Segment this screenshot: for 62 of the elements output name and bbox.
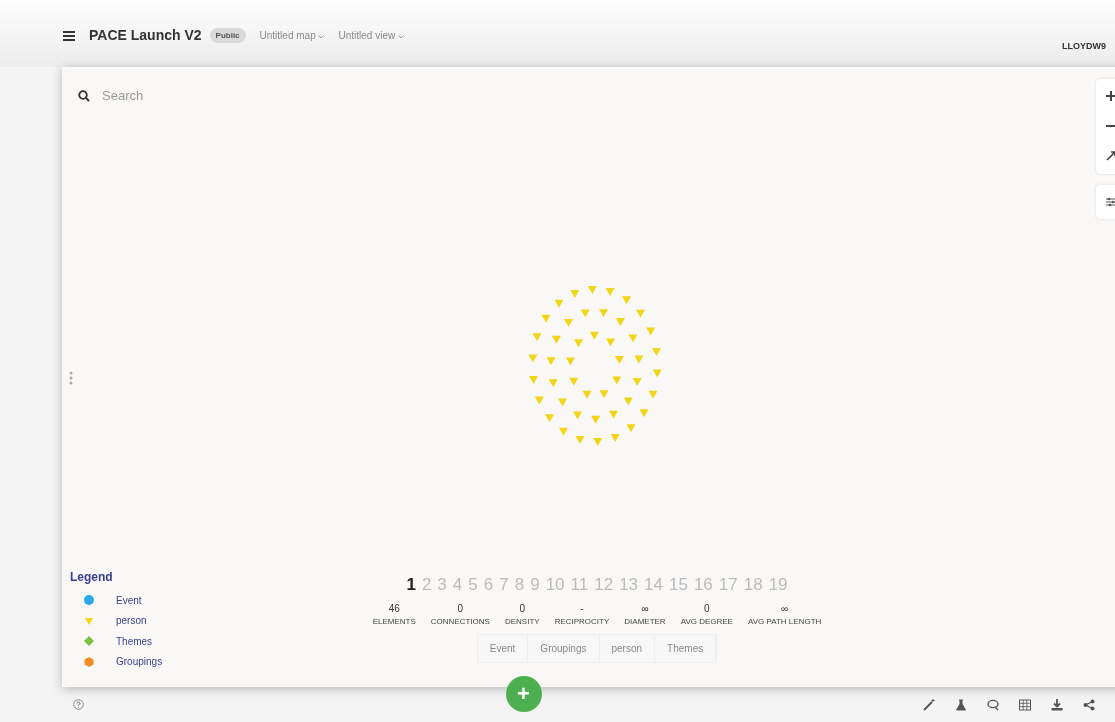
stat-value: ∞ [641, 603, 649, 614]
stat-value: ∞ [781, 603, 789, 614]
legend-label: Groupings [116, 656, 163, 668]
page-tab[interactable]: 17 [715, 575, 741, 595]
menu-icon[interactable] [63, 31, 75, 41]
page-tab[interactable]: 11 [567, 575, 592, 595]
page-tab[interactable]: 10 [542, 575, 568, 595]
filter-chip[interactable]: Event [477, 635, 529, 662]
stat-label: DIAMETER [624, 617, 666, 626]
username[interactable]: LLOYDW9 [1062, 41, 1115, 51]
page-tab[interactable]: 15 [665, 575, 691, 595]
legend-label: person [116, 615, 147, 627]
drag-handle-icon[interactable] [69, 371, 73, 385]
visibility-badge: Public [209, 28, 246, 43]
page-tab[interactable]: 8 [511, 575, 528, 595]
flask-icon[interactable] [955, 698, 967, 711]
page-tab[interactable]: 13 [616, 575, 642, 595]
page-tab[interactable]: 12 [591, 575, 617, 595]
page-tab[interactable]: 19 [765, 575, 791, 595]
page-tab[interactable]: 6 [480, 575, 497, 595]
stat-value: 0 [519, 603, 526, 614]
sliders-icon[interactable] [1106, 197, 1115, 207]
stat-value: 0 [704, 603, 710, 614]
page-tab[interactable]: 7 [496, 575, 512, 595]
view-dropdown[interactable]: Untitled view [338, 30, 404, 41]
filter-chip[interactable]: Themes [655, 635, 717, 662]
page-tab[interactable]: 4 [449, 575, 466, 595]
legend-title: Legend [70, 570, 114, 584]
page-tab[interactable]: 5 [465, 575, 481, 595]
download-icon[interactable] [1051, 698, 1063, 711]
stat-value: - [580, 603, 584, 614]
stat-label: CONNECTIONS [430, 617, 490, 626]
project-title: PACE Launch V2 [89, 27, 202, 43]
chevron-down-icon [318, 35, 325, 39]
stat-value: 0 [457, 603, 464, 614]
legend-label: Themes [116, 635, 153, 647]
search-field[interactable]: Search [100, 87, 264, 104]
filter-chip[interactable]: Groupings [528, 635, 600, 662]
stat-label: RECIPROCITY [554, 617, 610, 626]
stat-label: DENSITY [504, 617, 540, 626]
stat-label: ELEMENTS [372, 617, 416, 626]
zoom-in-icon[interactable] [1106, 91, 1115, 101]
stat-value: 46 [388, 603, 400, 614]
page-tab[interactable]: 9 [527, 575, 543, 595]
stat-label: AVG PATH LENGTH [747, 617, 822, 626]
table-icon[interactable] [1019, 698, 1031, 711]
filter-chip[interactable]: person [599, 635, 656, 662]
map-dropdown[interactable]: Untitled map [259, 30, 325, 41]
chevron-down-icon [397, 35, 404, 39]
stat-label: AVG DEGREE [680, 617, 733, 626]
page-tab[interactable]: 1 [403, 575, 419, 595]
share-icon[interactable] [1083, 698, 1095, 711]
page-tab[interactable]: 16 [690, 575, 716, 595]
page-tab[interactable]: 18 [740, 575, 766, 595]
expand-icon[interactable] [1106, 151, 1115, 161]
legend-label: Event [116, 594, 142, 606]
speech-bubble-icon[interactable] [987, 698, 999, 711]
page-tab[interactable]: 3 [434, 575, 450, 595]
page-tab[interactable]: 14 [641, 575, 666, 595]
magic-wand-icon[interactable] [923, 698, 935, 711]
search-icon [78, 89, 90, 102]
page-tab[interactable]: 2 [418, 575, 435, 595]
